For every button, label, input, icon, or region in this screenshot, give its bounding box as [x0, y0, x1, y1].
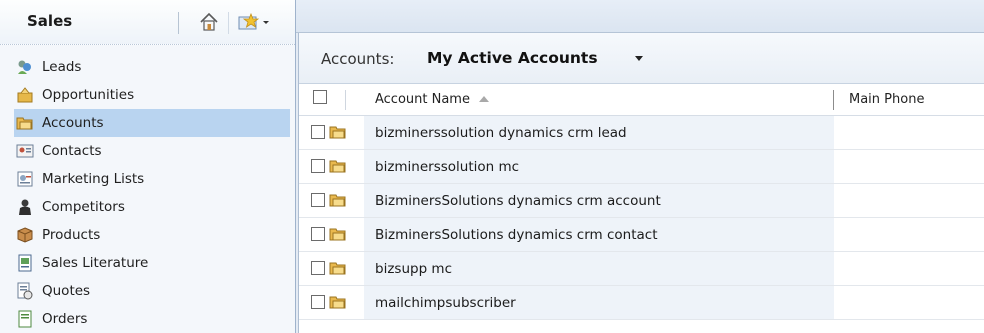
view-header: Accounts: My Active Accounts: [299, 33, 984, 84]
sidebar-item-label: Accounts: [42, 115, 104, 131]
account-name-link[interactable]: bizminerssolution mc: [375, 159, 519, 175]
sidebar-item-competitors[interactable]: Competitors: [14, 193, 290, 221]
sidebar-nav: Leads Opportunities Accounts Contacts Ma…: [14, 53, 290, 333]
opportunities-icon: [16, 86, 34, 104]
account-icon: [329, 123, 347, 141]
sidebar-item-label: Leads: [42, 59, 82, 75]
competitors-icon: [16, 198, 34, 216]
sidebar-header: Sales: [0, 0, 295, 45]
sidebar-item-label: Marketing Lists: [42, 171, 145, 187]
sidebar-item-label: Competitors: [42, 199, 125, 215]
sidebar-item-quotes[interactable]: Quotes: [14, 277, 290, 305]
row-checkbox[interactable]: [311, 227, 325, 241]
sidebar-item-marketing-lists[interactable]: Marketing Lists: [14, 165, 290, 193]
home-icon[interactable]: [198, 11, 220, 33]
orders-icon: [16, 310, 34, 328]
account-name-link[interactable]: bizsupp mc: [375, 261, 452, 277]
sort-ascending-icon: [479, 96, 489, 102]
marketing-lists-icon: [16, 170, 34, 188]
select-all-checkbox[interactable]: [313, 90, 327, 104]
main-panel: Accounts: My Active Accounts Account Nam…: [298, 33, 984, 333]
sidebar-item-contacts[interactable]: Contacts: [14, 137, 290, 165]
account-icon: [329, 259, 347, 277]
sidebar: Sales Leads Opportunities Accounts Conta…: [0, 0, 296, 333]
sales-literature-icon: [16, 254, 34, 272]
quotes-icon: [16, 282, 34, 300]
account-icon: [329, 157, 347, 175]
account-name-link[interactable]: BizminersSolutions dynamics crm account: [375, 193, 661, 209]
account-icon: [329, 191, 347, 209]
products-icon: [16, 226, 34, 244]
sidebar-item-accounts[interactable]: Accounts: [14, 109, 290, 137]
account-icon: [329, 293, 347, 311]
contacts-icon: [16, 142, 34, 160]
row-checkbox[interactable]: [311, 295, 325, 309]
account-name-link[interactable]: bizminerssolution dynamics crm lead: [375, 125, 627, 141]
header-divider: [178, 12, 179, 34]
sidebar-item-label: Opportunities: [42, 87, 135, 103]
row-checkbox[interactable]: [311, 261, 325, 275]
column-header-main-phone[interactable]: Main Phone: [849, 92, 924, 107]
sidebar-title: Sales: [27, 12, 73, 30]
table-row[interactable]: mailchimpsubscriber: [299, 286, 984, 320]
top-toolbar-strip: [296, 0, 984, 33]
sidebar-item-label: Quotes: [42, 283, 91, 299]
table-row[interactable]: bizminerssolution dynamics crm lead: [299, 116, 984, 150]
chevron-down-icon[interactable]: [635, 56, 643, 61]
account-icon: [329, 225, 347, 243]
sidebar-item-opportunities[interactable]: Opportunities: [14, 81, 290, 109]
grid-header: Account Name Main Phone: [299, 84, 984, 116]
row-checkbox[interactable]: [311, 159, 325, 173]
sidebar-item-sales-literature[interactable]: Sales Literature: [14, 249, 290, 277]
sidebar-item-label: Orders: [42, 311, 88, 327]
column-header-account-name[interactable]: Account Name: [375, 92, 470, 107]
header-divider: [228, 12, 229, 34]
accounts-grid: Account Name Main Phone bizminerssolutio…: [299, 84, 984, 320]
sidebar-item-products[interactable]: Products: [14, 221, 290, 249]
sidebar-item-label: Products: [42, 227, 101, 243]
entity-label: Accounts:: [321, 50, 395, 68]
sidebar-item-label: Sales Literature: [42, 255, 149, 271]
favorites-dropdown-icon[interactable]: [236, 11, 272, 33]
account-name-link[interactable]: mailchimpsubscriber: [375, 295, 516, 311]
table-row[interactable]: BizminersSolutions dynamics crm contact: [299, 218, 984, 252]
table-row[interactable]: BizminersSolutions dynamics crm account: [299, 184, 984, 218]
table-row[interactable]: bizminerssolution mc: [299, 150, 984, 184]
view-selector[interactable]: My Active Accounts: [427, 49, 598, 67]
sidebar-item-orders[interactable]: Orders: [14, 305, 290, 333]
sidebar-item-label: Contacts: [42, 143, 102, 159]
row-checkbox[interactable]: [311, 193, 325, 207]
row-checkbox[interactable]: [311, 125, 325, 139]
sidebar-item-leads[interactable]: Leads: [14, 53, 290, 81]
column-divider[interactable]: [833, 90, 834, 110]
accounts-icon: [16, 114, 34, 132]
table-row[interactable]: bizsupp mc: [299, 252, 984, 286]
account-name-link[interactable]: BizminersSolutions dynamics crm contact: [375, 227, 658, 243]
leads-icon: [16, 58, 34, 76]
column-divider: [345, 90, 346, 110]
